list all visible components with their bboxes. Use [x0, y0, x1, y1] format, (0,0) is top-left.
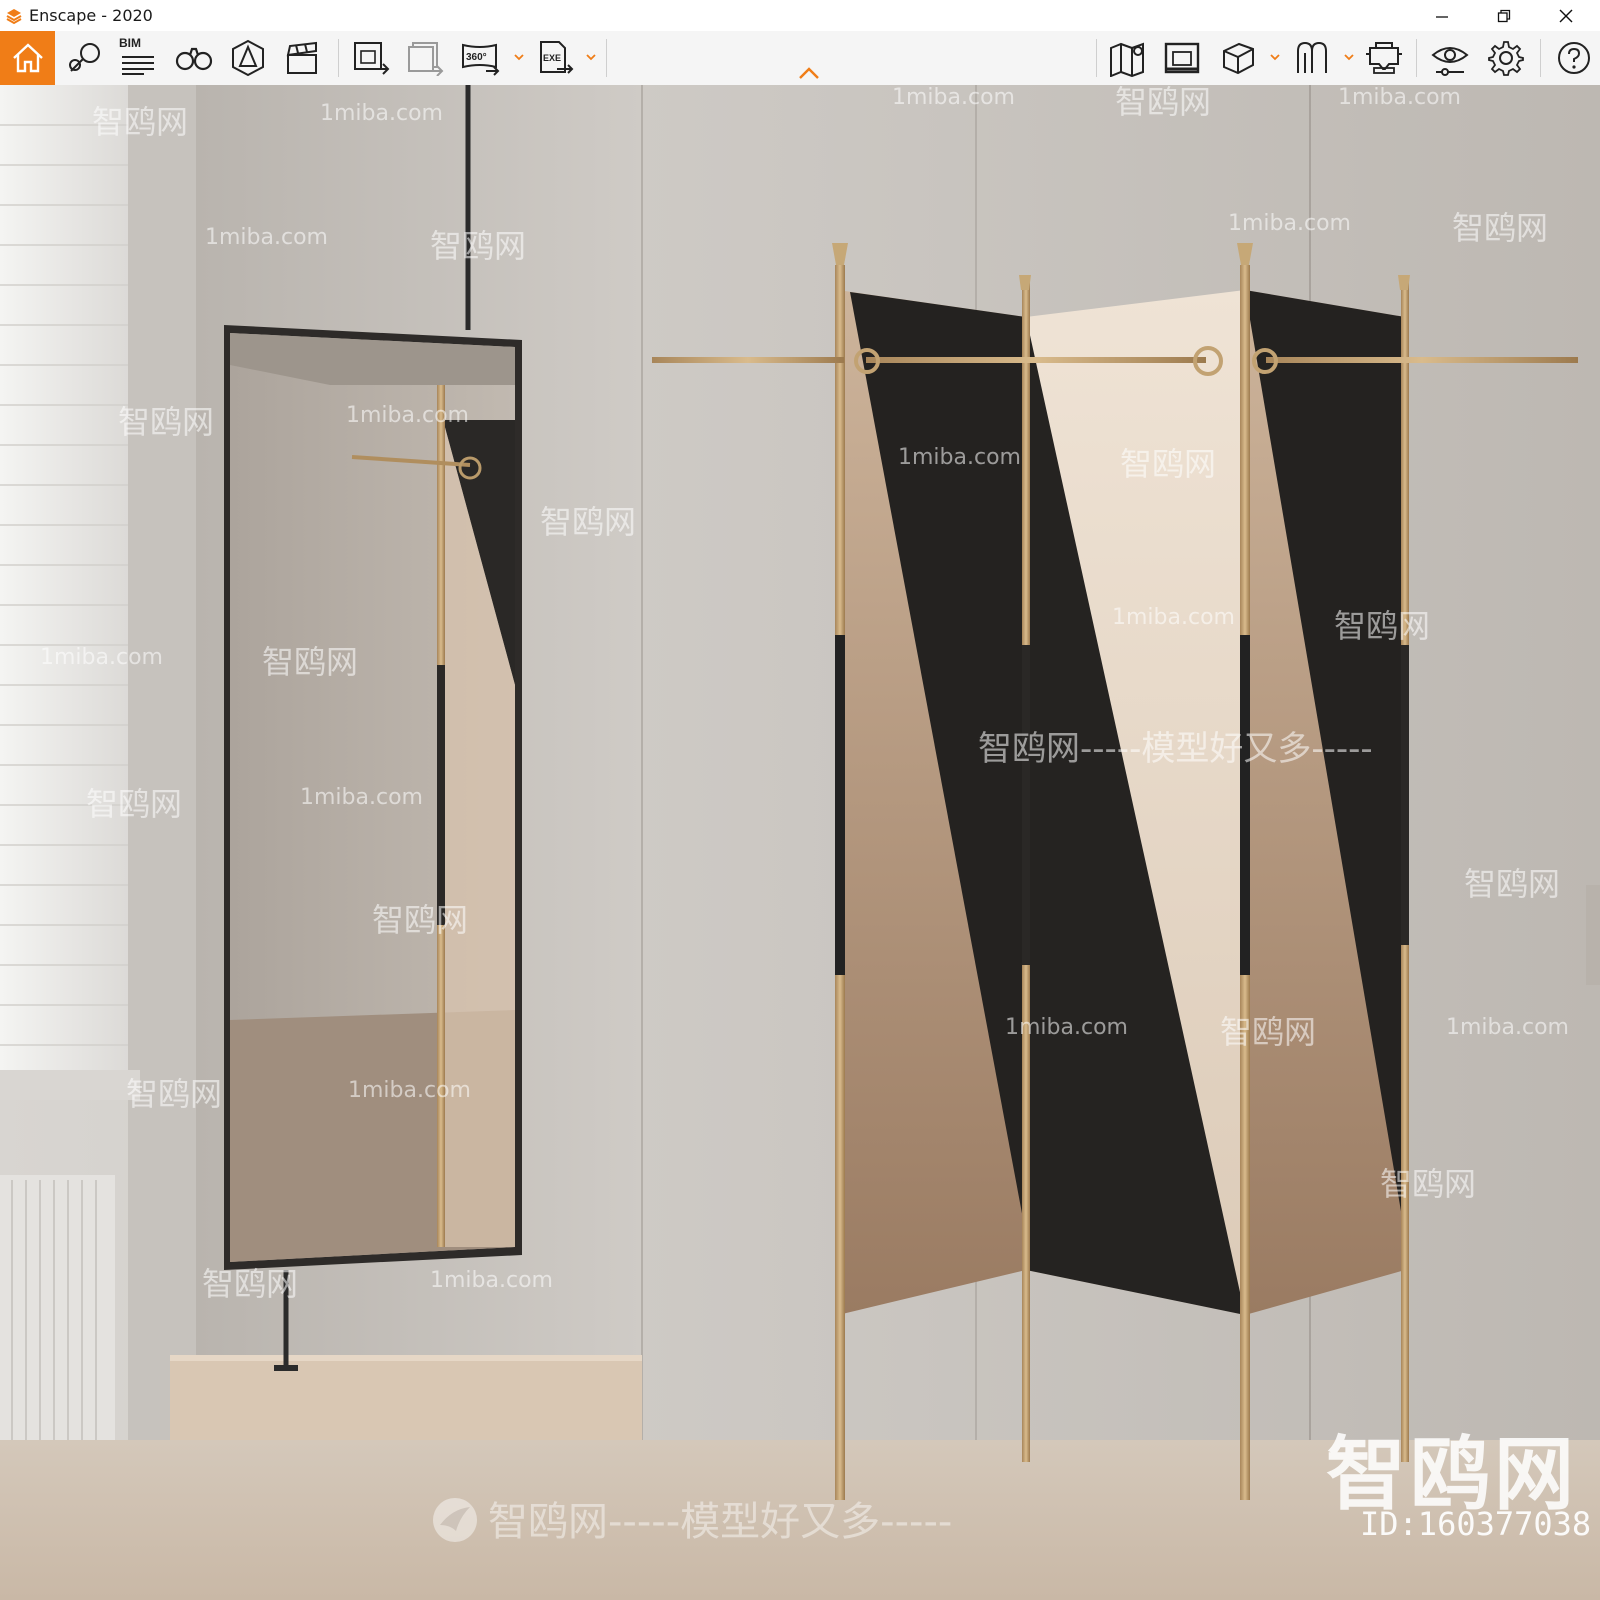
- watermark-site: 1miba.com: [898, 445, 1021, 470]
- batch-render-button[interactable]: [404, 35, 448, 81]
- badge-exe: EXE: [543, 53, 561, 63]
- watermark-site: 1miba.com: [1228, 211, 1351, 236]
- vr-headset-button[interactable]: [1362, 35, 1406, 81]
- watermark-brand: 智鸥网: [430, 227, 527, 265]
- watermark-site: 1miba.com: [430, 1268, 553, 1293]
- multi-view-button[interactable]: [1290, 35, 1334, 81]
- export-image-button[interactable]: [350, 35, 394, 81]
- watermark-site: 1miba.com: [320, 101, 443, 126]
- cube-view-button[interactable]: [1216, 35, 1260, 81]
- visual-settings-icon: [1431, 47, 1469, 76]
- walk-mode-button[interactable]: [172, 35, 216, 81]
- map-button[interactable]: [1106, 35, 1150, 81]
- collapse-toolbar-chevron-up-icon[interactable]: [798, 66, 820, 80]
- video-editor-button[interactable]: [280, 35, 324, 81]
- export-panorama-button[interactable]: 360°: [458, 35, 502, 81]
- watermark-brand: 智鸥网: [1220, 1013, 1317, 1051]
- chevron-down-icon[interactable]: [1344, 53, 1354, 61]
- settings-gear-icon: [1488, 41, 1524, 76]
- enscape-toolbar: BIM 360° EXE: [0, 31, 1600, 86]
- render-viewport[interactable]: 1miba.com 1miba.com 1miba.com 1miba.com …: [0, 85, 1600, 1600]
- close-icon: [1559, 9, 1573, 22]
- view-management-button[interactable]: [1160, 35, 1204, 81]
- panorama-360-icon: 360°: [462, 43, 500, 76]
- watermark-brand: 智鸥网: [92, 103, 189, 141]
- watermark-site: 1miba.com: [1446, 1015, 1569, 1040]
- light-view-button[interactable]: [226, 35, 270, 81]
- toolbar-separator: [1096, 39, 1097, 77]
- light-view-icon: [232, 39, 264, 77]
- rendered-interior-scene: [0, 85, 1600, 1600]
- watermark-site: 1miba.com: [40, 645, 163, 670]
- help-icon: [1558, 42, 1590, 74]
- map-icon: [1110, 42, 1144, 77]
- assets-icon: [69, 43, 100, 72]
- watermark-site: 1miba.com: [300, 785, 423, 810]
- restore-icon: [1497, 9, 1511, 22]
- watermark-brand: 智鸥网: [202, 1265, 299, 1303]
- multi-view-icon: [1297, 41, 1327, 73]
- watermark-brand: 智鸥网: [1464, 865, 1561, 903]
- watermark-brand: 智鸥网: [540, 503, 637, 541]
- enscape-logo-icon: [6, 8, 22, 24]
- watermark-brand: 智鸥网: [1452, 209, 1549, 247]
- vr-headset-icon: [1366, 42, 1402, 74]
- batch-render-icon: [408, 42, 444, 76]
- toolbar-separator: [338, 39, 339, 77]
- asset-library-button[interactable]: [62, 35, 106, 81]
- minimize-button[interactable]: [1412, 0, 1472, 31]
- cube-icon: [1223, 42, 1254, 75]
- exe-export-icon: EXE: [540, 41, 574, 74]
- visual-settings-button[interactable]: [1428, 35, 1472, 81]
- chevron-down-icon[interactable]: [586, 53, 596, 61]
- watermark-site: 1miba.com: [1112, 605, 1235, 630]
- title-bar: Enscape - 2020: [0, 0, 1600, 31]
- watermark-slogan-bottom: 智鸥网-----模型好又多-----: [488, 1499, 953, 1545]
- watermark-site: 1miba.com: [346, 403, 469, 428]
- toolbar-separator: [606, 39, 607, 77]
- watermark-brand: 智鸥网: [86, 785, 183, 823]
- chevron-down-icon[interactable]: [514, 53, 524, 61]
- toolbar-separator: [1416, 39, 1417, 77]
- window-title: Enscape - 2020: [29, 6, 153, 25]
- watermark-brand: 智鸥网: [372, 901, 469, 939]
- settings-button[interactable]: [1484, 35, 1528, 81]
- watermark-model-id: ID:160377038: [1360, 1505, 1592, 1543]
- watermark-brand: 智鸥网: [1115, 85, 1212, 121]
- watermark-site: 1miba.com: [1338, 85, 1461, 110]
- home-icon: [12, 43, 43, 73]
- watermark-bird-logo-icon: [433, 1498, 477, 1542]
- badge-360: 360°: [466, 52, 487, 63]
- watermark-brand: 智鸥网: [262, 643, 359, 681]
- watermark-brand: 智鸥网: [1334, 607, 1431, 645]
- watermark-brand: 智鸥网: [1120, 445, 1217, 483]
- toolbar-separator: [1540, 39, 1541, 77]
- watermark-brand: 智鸥网: [126, 1075, 223, 1113]
- watermark-brand: 智鸥网: [118, 403, 215, 441]
- restore-button[interactable]: [1474, 0, 1534, 31]
- watermark-site: 1miba.com: [1005, 1015, 1128, 1040]
- export-exe-button[interactable]: EXE: [534, 35, 578, 81]
- render-export-icon: [354, 42, 390, 75]
- watermark-site: 1miba.com: [348, 1078, 471, 1103]
- close-button[interactable]: [1536, 0, 1596, 31]
- minimize-icon: [1436, 15, 1448, 18]
- watermark-site: 1miba.com: [892, 85, 1015, 110]
- chevron-down-icon[interactable]: [1270, 53, 1280, 61]
- help-button[interactable]: [1552, 35, 1596, 81]
- watermark-slogan: 智鸥网-----模型好又多-----: [978, 729, 1373, 769]
- clapper-icon: [286, 41, 317, 74]
- binoculars-icon: [175, 47, 213, 71]
- watermark-brand: 智鸥网: [1380, 1165, 1477, 1203]
- view-management-icon: [1164, 42, 1200, 74]
- bim-label: BIM: [119, 36, 141, 50]
- watermark-site: 1miba.com: [205, 225, 328, 250]
- home-button[interactable]: [0, 31, 55, 85]
